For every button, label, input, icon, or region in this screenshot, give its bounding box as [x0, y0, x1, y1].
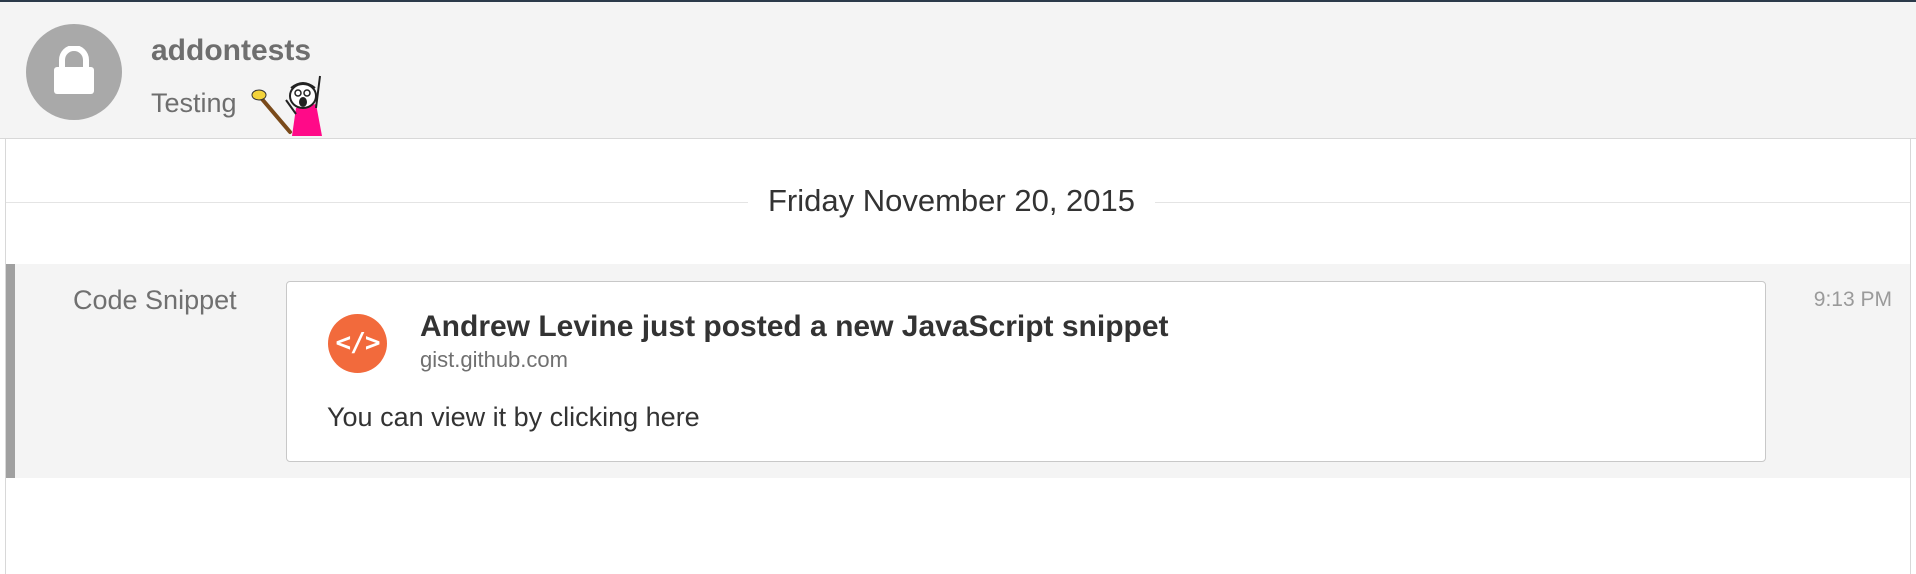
channel-topic: Testing [151, 88, 237, 118]
attachment-title[interactable]: Andrew Levine just posted a new JavaScri… [420, 310, 1169, 344]
all-the-things-sticker [251, 75, 322, 136]
attachment-body: You can view it by clicking here [327, 402, 700, 432]
channel-avatar[interactable] [26, 24, 122, 120]
code-brackets-icon: </> [328, 314, 387, 373]
lock-icon [54, 46, 94, 94]
message-accent-bar [6, 264, 15, 478]
chat-view: addontests Testing Friday November 20, 2… [0, 0, 1916, 574]
code-brackets-glyph: </> [335, 328, 381, 358]
channel-header: addontests Testing [0, 2, 1916, 139]
message-sender[interactable]: Code Snippet [73, 285, 237, 316]
date-divider-label: Friday November 20, 2015 [748, 183, 1156, 219]
message-row[interactable]: Code Snippet 9:13 PM </> Andrew Levine j… [6, 264, 1910, 478]
right-border [1910, 139, 1911, 574]
channel-name[interactable]: addontests [151, 34, 311, 68]
attachment-source: gist.github.com [420, 347, 568, 372]
snippet-attachment-card[interactable]: </> Andrew Levine just posted a new Java… [286, 281, 1766, 462]
message-timestamp[interactable]: 9:13 PM [1814, 288, 1892, 312]
